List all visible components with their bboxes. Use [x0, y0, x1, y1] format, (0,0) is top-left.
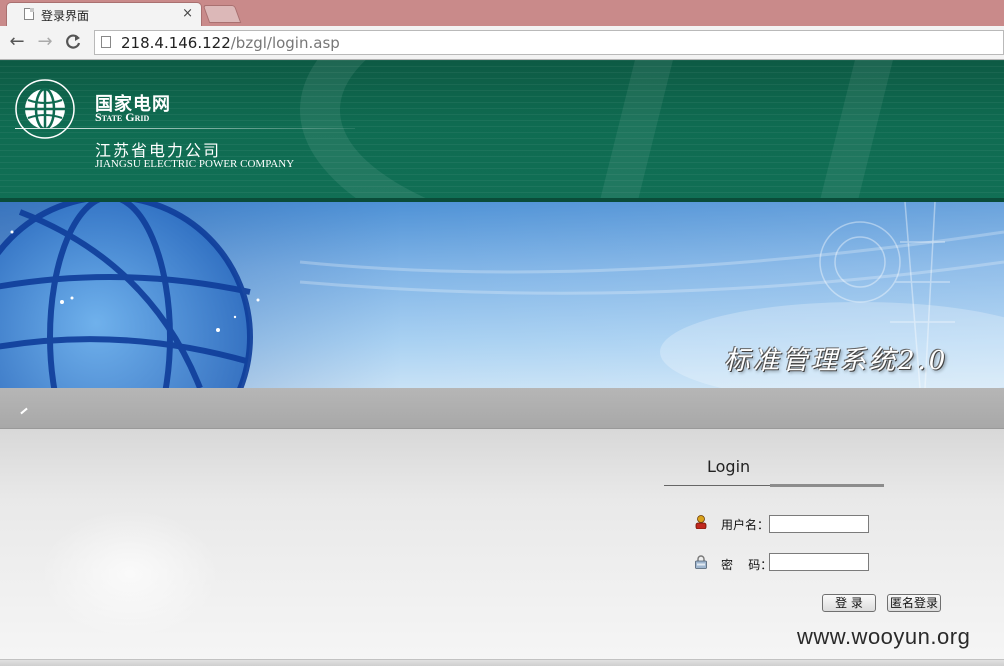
brand-name-en: State Grid — [95, 110, 150, 124]
browser-tab-bar: 登录界面 × — [0, 0, 1004, 26]
url-text[interactable]: 218.4.146.122/bzgl/login.asp — [121, 34, 340, 52]
close-icon[interactable]: × — [182, 6, 193, 21]
username-field[interactable] — [769, 515, 869, 533]
brand-divider — [15, 128, 355, 129]
lock-icon — [695, 555, 707, 569]
reload-icon[interactable] — [62, 31, 84, 53]
page-icon — [101, 36, 111, 48]
address-bar[interactable]: 218.4.146.122/bzgl/login.asp — [94, 30, 1004, 55]
forward-arrow-icon[interactable]: → — [34, 31, 56, 53]
state-grid-logo-icon — [15, 79, 75, 139]
back-arrow-icon[interactable]: ← — [6, 31, 28, 53]
user-icon — [695, 515, 707, 529]
password-label: 密 码： — [721, 558, 773, 572]
site-header: 国家电网 State Grid 江苏省电力公司 JIANGSU ELECTRIC… — [0, 60, 1004, 202]
login-divider-accent — [770, 484, 884, 487]
system-title: 标准管理系统2.0 — [724, 346, 949, 376]
page-icon — [24, 8, 34, 20]
browser-tab[interactable]: 登录界面 × — [6, 2, 202, 26]
company-name-en: JIANGSU ELECTRIC POWER COMPANY — [95, 158, 295, 170]
password-field[interactable] — [769, 553, 869, 571]
world-map-watermark — [40, 509, 220, 639]
login-button[interactable]: 登 录 — [822, 594, 876, 612]
url-host: 218.4.146.122 — [121, 34, 231, 52]
tab-title: 登录界面 — [41, 9, 90, 23]
browser-toolbar: ← → 218.4.146.122/bzgl/login.asp — [0, 26, 1004, 60]
username-label: 用户名： — [721, 518, 770, 532]
separator-strip — [0, 388, 1004, 429]
url-path: /bzgl/login.asp — [230, 34, 340, 52]
hero-banner: 标准管理系统2.0 — [0, 202, 1004, 388]
new-tab-button[interactable] — [202, 5, 242, 23]
watermark-text: www.wooyun.org — [797, 624, 971, 649]
anonymous-login-button[interactable]: 匿名登录 — [887, 594, 941, 612]
login-heading: Login — [707, 457, 751, 476]
login-divider — [664, 485, 770, 486]
